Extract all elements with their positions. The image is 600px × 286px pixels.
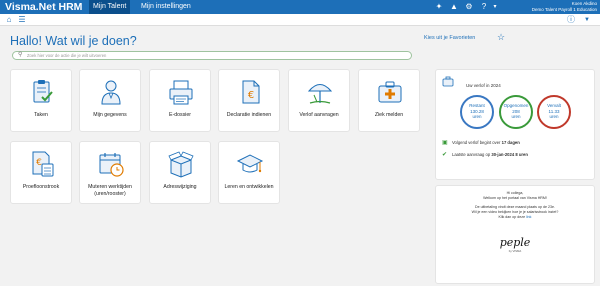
info-icon[interactable]: ⓘ [566,15,576,25]
leave-title: Uw verlof in 2024 [466,83,501,88]
tile-label: E-dossier [169,112,191,118]
search-box[interactable]: ⚲ [12,51,412,60]
user-organization: Demo Talent Payroll 1 Education [531,6,597,12]
printer-document-icon [169,80,193,105]
tile-verlof-aanvragen[interactable]: Verlof aanvragen [288,69,350,132]
tile-declaratie-indienen[interactable]: € Declaratie indienen [218,69,280,132]
megaphone-icon[interactable]: ✦ [434,2,444,12]
tile-leren-en-ontwikkelen[interactable]: Leren en ontwikkelen [218,141,280,204]
next-leave-line: ▣ Volgend verlof begint over 17 dagen [442,139,590,148]
first-aid-kit-icon [378,81,402,103]
next-leave-text: Volgend verlof begint over [452,140,501,145]
tile-muteren-werktijden[interactable]: Muteren werktijden (uren/rooster) [79,141,141,204]
expense-document-icon: € [242,80,260,104]
welcome-line-4: Klik dan op deze [498,215,526,219]
menu-icon[interactable]: ☰ [17,15,27,25]
payslip-calculator-icon: € [32,151,54,177]
chevron-down-icon[interactable]: ▼ [582,15,592,25]
help-icon[interactable]: ? [479,2,489,12]
sub-toolbar: ⌂ ☰ ⓘ ▼ [0,14,600,26]
search-input[interactable] [27,52,397,59]
tile-label: Verlof aanvragen [299,112,339,118]
clipboard-check-icon [33,80,53,103]
leave-taken-circle: Opgenomen 208 uren [499,95,533,129]
gear-icon[interactable]: ⚙ [464,2,474,12]
tile-label: Adreswijziging [163,184,197,190]
app-brand[interactable]: Visma.Net HRM [5,1,82,13]
top-navigation-bar: Visma.Net HRM Mijn Talent Mijn instellin… [0,0,600,14]
next-leave-value: 17 dagen [501,140,520,145]
beach-umbrella-icon [307,84,333,104]
tile-label: Leren en ontwikkelen [224,184,274,190]
leave-taken-unit: uren [511,114,521,119]
page-title: Hallo! Wat wil je doen? [10,34,137,48]
user-info[interactable]: Koen Akdino Demo Talent Payroll 1 Educat… [532,1,597,12]
graduation-cap-icon [236,154,264,173]
leave-rest-unit: uren [472,114,482,119]
calendar-clock-icon [99,153,124,177]
tile-label: Muteren werktijden (uren/rooster) [88,184,132,197]
tile-e-dossier[interactable]: E-dossier [149,69,211,132]
last-request-line: ✔ Laatste aanvraag op 30-jan-2024 8 uren [442,151,590,160]
star-icon[interactable]: ☆ [497,32,505,43]
tile-label: Ziek melden [374,112,404,118]
video-link[interactable]: link [526,215,531,219]
tile-ziek-melden[interactable]: Ziek melden [358,69,420,132]
peple-logo: peple [499,236,531,249]
tab-mijn-instellingen[interactable]: Mijn instellingen [137,0,195,14]
tab-mijn-talent[interactable]: Mijn Talent [89,0,131,14]
welcome-card: Hi collega, Welkom op het portaal van Vi… [435,185,595,284]
search-icon: ⚲ [18,52,23,58]
leave-overview-card: Uw verlof in 2024 Restant 130.28 uren Op… [435,69,595,180]
user-role-icon[interactable]: ▲ [449,2,459,12]
svg-text:€: € [248,90,254,101]
svg-text:€: € [36,158,42,168]
tile-label: Proefloonstrook [22,184,60,190]
chevron-down-icon[interactable]: ▾ [490,2,500,12]
tile-label: Taken [34,112,48,118]
tile-mijn-gegevens[interactable]: Mijn gegevens [79,69,141,132]
tile-label: Declaratie indienen [226,112,272,118]
last-request-value: 30-jan-2024 8 uren [491,152,528,157]
check-circle-icon: ✔ [442,152,448,158]
moving-box-icon [168,151,194,178]
favorites-link[interactable]: Kies uit je Favorieten [424,35,475,41]
calendar-icon: ▣ [442,140,448,146]
leave-taken-label: Opgenomen [503,103,529,108]
last-request-text: Laatste aanvraag op [452,152,491,157]
tile-label: Mijn gegevens [93,112,127,118]
tile-proefloonstrook[interactable]: € Proefloonstrook [10,141,72,204]
welcome-text: Hi collega, Welkom op het portaal van Vi… [446,191,584,220]
suitcase-icon [442,76,454,87]
person-icon [101,80,121,105]
tile-taken[interactable]: Taken [10,69,72,132]
home-icon[interactable]: ⌂ [4,15,14,25]
leave-expired-circle: Vervalt 11.33 uren [537,95,571,129]
tile-adreswijziging[interactable]: Adreswijziging [149,141,211,204]
peple-logo-subtitle: by VISMA [508,249,522,253]
leave-rest-circle: Restant 130.28 uren [460,95,494,129]
leave-expired-unit: uren [549,114,559,119]
